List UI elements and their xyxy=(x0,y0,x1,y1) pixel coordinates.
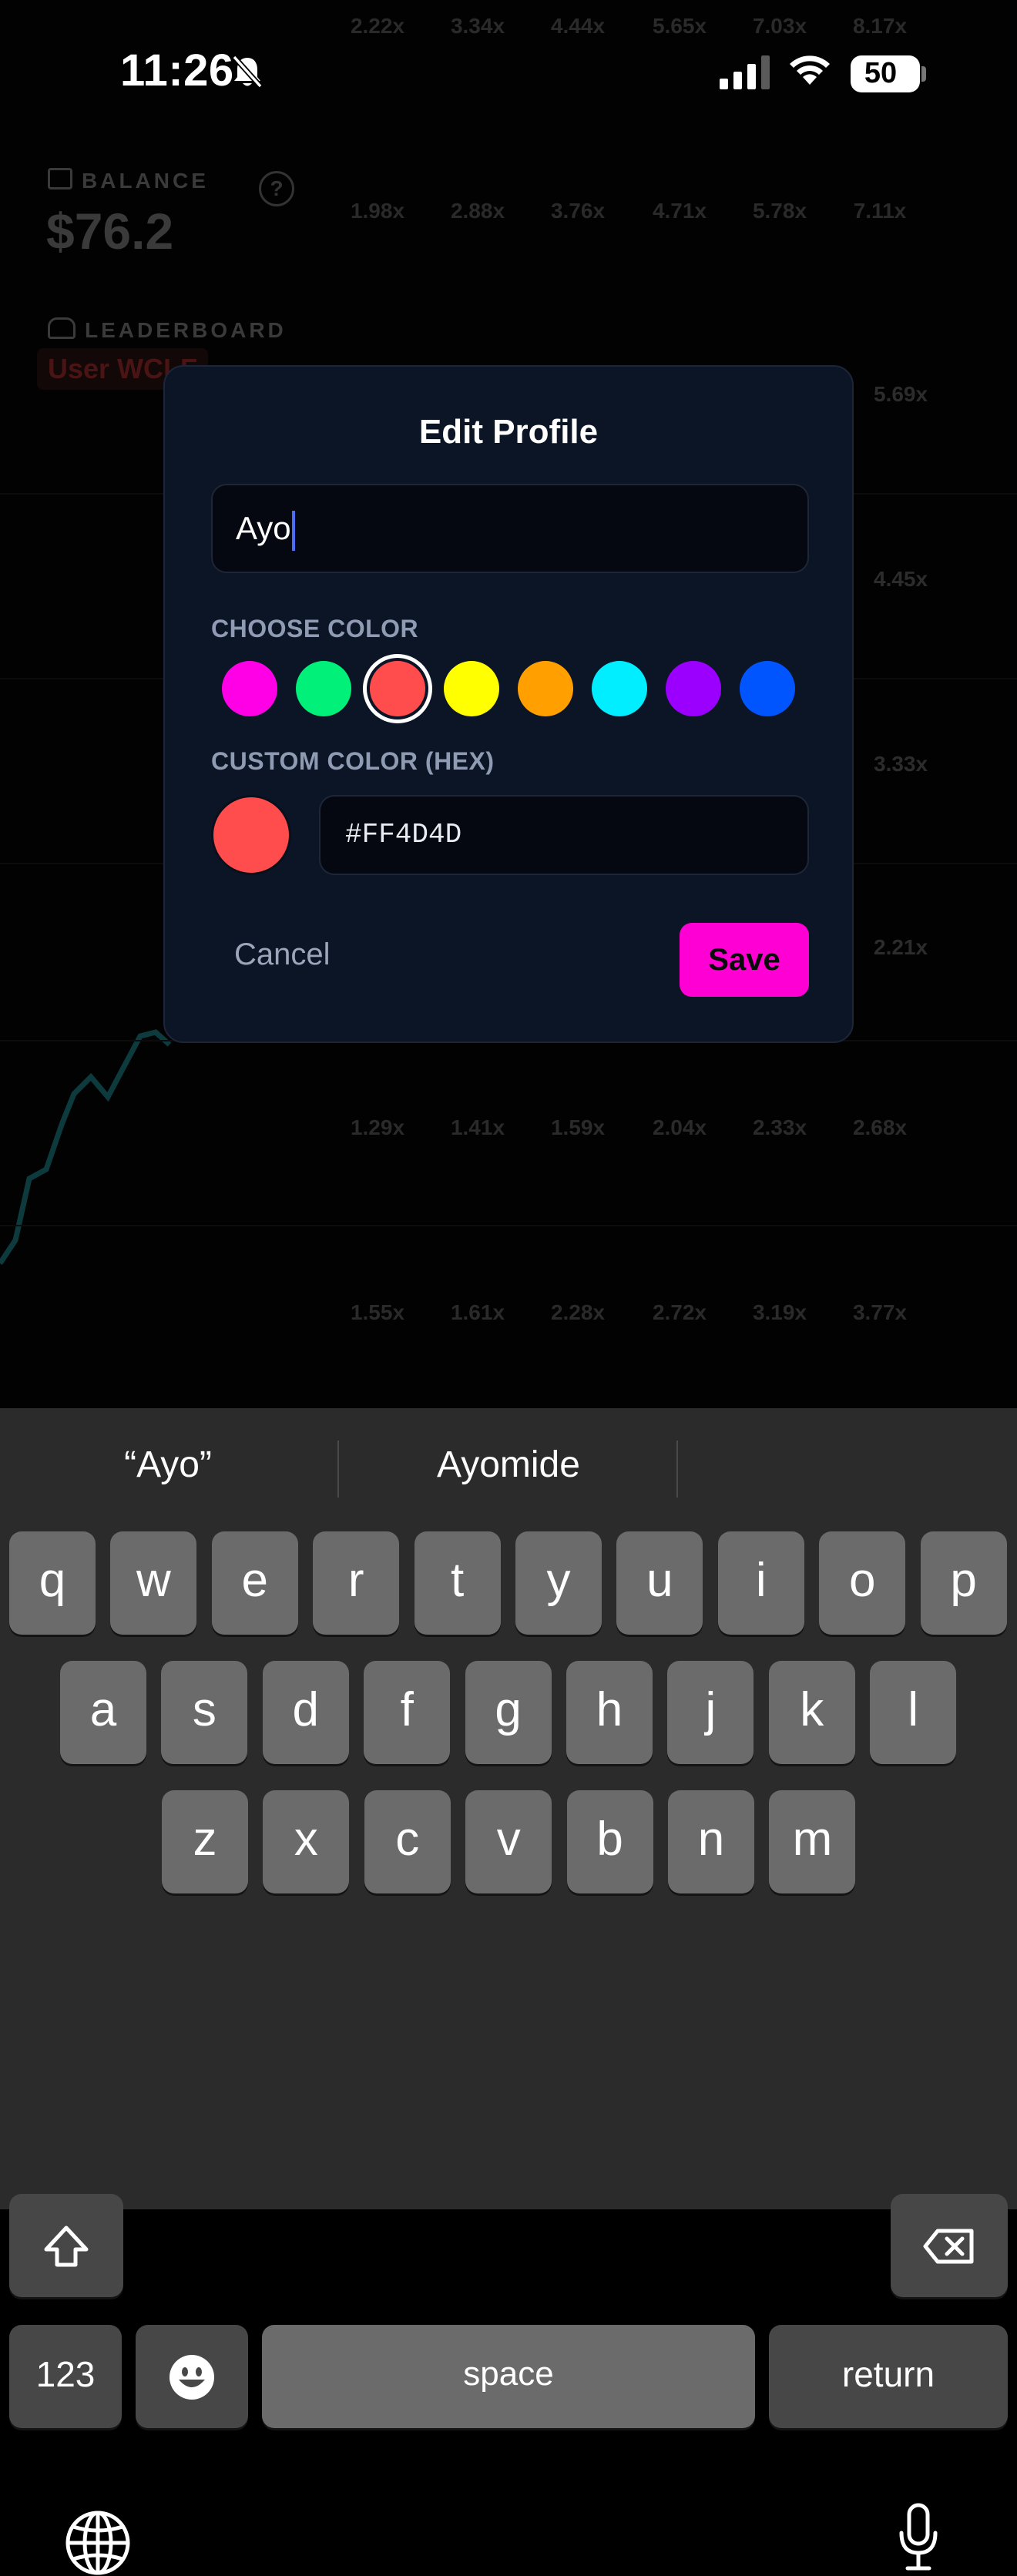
multiplier-cell: 1.61x xyxy=(450,1300,505,1324)
side-multiplier: 2.21x xyxy=(874,935,928,959)
help-icon[interactable]: ? xyxy=(259,171,294,206)
key-e[interactable]: e xyxy=(211,1531,298,1635)
backspace-key[interactable] xyxy=(891,2194,1008,2297)
hex-color-input[interactable]: #FF4D4D xyxy=(319,795,809,875)
multiplier-cell: 3.76x xyxy=(550,199,606,223)
status-time: 11:26 xyxy=(120,45,234,96)
key-j[interactable]: j xyxy=(667,1661,754,1764)
wifi-icon xyxy=(790,55,830,85)
multiplier-cell: 7.11x xyxy=(853,199,907,223)
name-input-value: Ayo xyxy=(236,510,291,546)
color-swatch[interactable] xyxy=(370,661,425,716)
key-d[interactable]: d xyxy=(262,1661,349,1764)
multiplier-cell: 2.88x xyxy=(450,199,505,223)
multiplier-cell: 1.98x xyxy=(350,199,405,223)
shift-key[interactable] xyxy=(9,2194,123,2297)
leaderboard-label: LEADERBOARD xyxy=(48,317,287,343)
cancel-button[interactable]: Cancel xyxy=(230,937,335,973)
balance-label: BALANCE xyxy=(48,168,209,193)
multiplier-cell: 4.71x xyxy=(652,199,707,223)
users-icon xyxy=(48,317,76,339)
dialog-title: Edit Profile xyxy=(418,413,599,451)
multiplier-cell: 2.04x xyxy=(652,1115,707,1139)
key-x[interactable]: x xyxy=(263,1790,350,1893)
multiplier-cell: 1.59x xyxy=(550,1115,606,1139)
bell-slash-icon xyxy=(232,55,263,89)
suggestion-2[interactable]: Ayomide xyxy=(343,1444,674,1486)
side-multiplier: 5.69x xyxy=(874,382,928,406)
color-swatch[interactable] xyxy=(666,661,721,716)
key-o[interactable]: o xyxy=(819,1531,906,1635)
return-key[interactable]: return xyxy=(769,2325,1008,2428)
shift-icon xyxy=(44,2225,89,2267)
multiplier-cell: 1.29x xyxy=(350,1115,405,1139)
color-swatch[interactable] xyxy=(222,661,277,716)
backspace-icon xyxy=(923,2229,974,2264)
save-button[interactable]: Save xyxy=(680,923,809,997)
multiplier-cell: 5.78x xyxy=(752,199,807,223)
multiplier-cell: 2.28x xyxy=(550,1300,606,1324)
choose-color-label: CHOOSE COLOR xyxy=(211,615,419,642)
key-k[interactable]: k xyxy=(768,1661,855,1764)
key-z[interactable]: z xyxy=(162,1790,248,1893)
battery-cap xyxy=(921,66,926,82)
numbers-key[interactable]: 123 xyxy=(9,2325,122,2428)
color-swatch[interactable] xyxy=(444,661,499,716)
grid-line xyxy=(0,1225,1017,1226)
custom-color-preview xyxy=(211,795,291,875)
multiplier-cell: 1.41x xyxy=(450,1115,505,1139)
name-input[interactable]: Ayo xyxy=(211,484,809,573)
custom-color-label: CUSTOM COLOR (HEX) xyxy=(211,747,495,775)
key-f[interactable]: f xyxy=(364,1661,451,1764)
multiplier-cell: 3.19x xyxy=(752,1300,807,1324)
cellular-signal-icon xyxy=(720,55,770,89)
suggestion-1[interactable]: “Ayo” xyxy=(2,1444,334,1486)
key-w[interactable]: w xyxy=(110,1531,197,1635)
key-p[interactable]: p xyxy=(920,1531,1007,1635)
multiplier-cell: 2.33x xyxy=(752,1115,807,1139)
color-swatch[interactable] xyxy=(740,661,795,716)
key-t[interactable]: t xyxy=(414,1531,501,1635)
key-s[interactable]: s xyxy=(161,1661,248,1764)
suggestion-divider xyxy=(337,1441,339,1498)
battery-level: 50 xyxy=(864,57,898,89)
key-l[interactable]: l xyxy=(870,1661,957,1764)
battery-icon: 50 xyxy=(851,55,920,92)
side-multiplier: 4.45x xyxy=(874,567,928,591)
key-g[interactable]: g xyxy=(465,1661,552,1764)
color-swatch[interactable] xyxy=(592,661,647,716)
microphone-icon[interactable] xyxy=(897,2502,940,2573)
key-n[interactable]: n xyxy=(668,1790,754,1893)
multiplier-cell: 2.68x xyxy=(852,1115,908,1139)
emoji-key[interactable] xyxy=(136,2325,248,2428)
key-a[interactable]: a xyxy=(60,1661,146,1764)
key-c[interactable]: c xyxy=(364,1790,451,1893)
key-u[interactable]: u xyxy=(616,1531,703,1635)
status-bar: 11:26 50 xyxy=(0,0,1017,154)
text-caret xyxy=(291,510,295,551)
emoji-icon xyxy=(170,2354,214,2400)
keyboard: “Ayo” Ayomide qwertyuiop asdfghjkl zxcvbnm… xyxy=(0,1408,1017,2575)
globe-icon[interactable] xyxy=(65,2510,131,2576)
key-i[interactable]: i xyxy=(717,1531,804,1635)
color-swatch[interactable] xyxy=(518,661,573,716)
space-key[interactable]: space xyxy=(262,2325,755,2428)
key-q[interactable]: q xyxy=(9,1531,96,1635)
side-multiplier: 3.33x xyxy=(874,752,928,776)
edit-profile-dialog: Edit Profile Ayo CHOOSE COLOR CUSTOM COL… xyxy=(163,365,854,1043)
key-h[interactable]: h xyxy=(566,1661,653,1764)
suggestion-divider xyxy=(676,1441,678,1498)
multiplier-cell: 3.77x xyxy=(852,1300,908,1324)
multiplier-cell: 1.55x xyxy=(350,1300,405,1324)
key-v[interactable]: v xyxy=(465,1790,552,1893)
key-m[interactable]: m xyxy=(769,1790,856,1893)
multiplier-cell: 2.72x xyxy=(652,1300,707,1324)
balance-value: $76.2 xyxy=(46,203,174,260)
key-r[interactable]: r xyxy=(313,1531,400,1635)
key-y[interactable]: y xyxy=(515,1531,602,1635)
key-b[interactable]: b xyxy=(566,1790,653,1893)
wallet-icon xyxy=(48,168,72,190)
color-swatch[interactable] xyxy=(296,661,351,716)
